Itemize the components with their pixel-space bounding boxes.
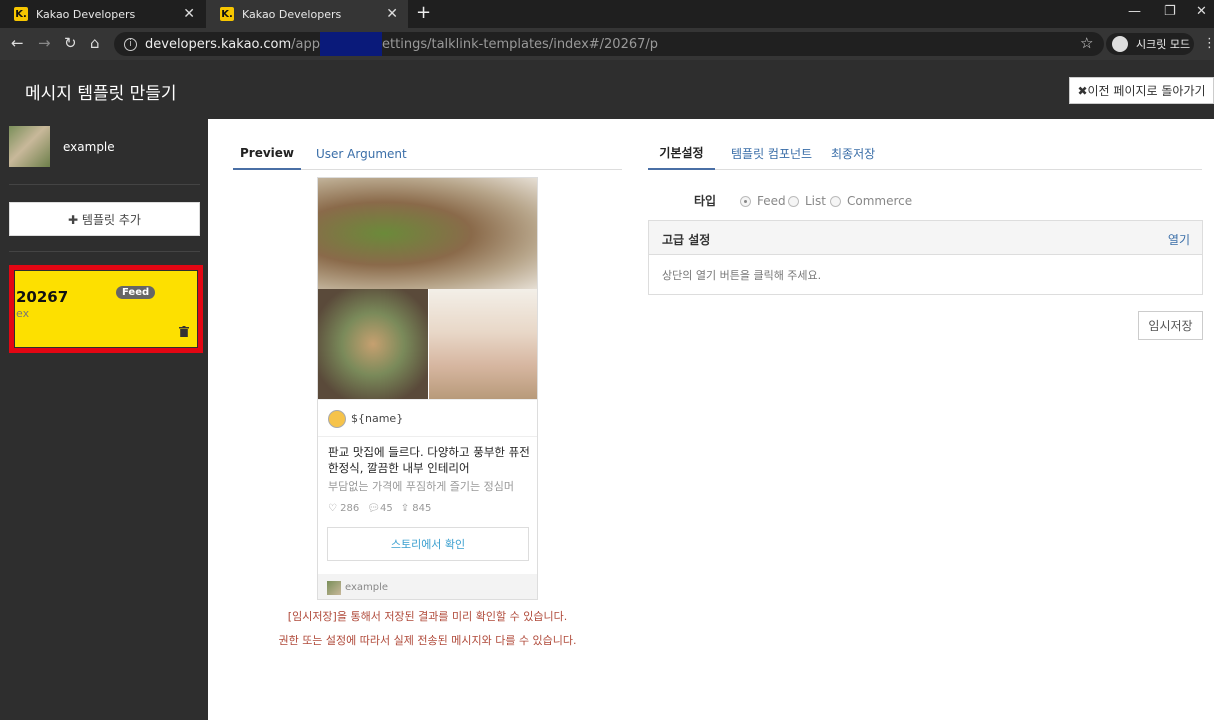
- social-counts: ♡ 286 💬︎45 ⇪ 845: [328, 503, 431, 514]
- like-count-group: ♡ 286: [328, 503, 359, 514]
- browser-toolbar: ← → ↻ ⌂ i developers.kakao.com /app etti…: [0, 28, 1214, 60]
- browser-tab[interactable]: K. Kakao Developers ✕: [0, 0, 205, 28]
- menu-kebab-icon[interactable]: ⋮: [1203, 36, 1214, 51]
- template-desc: ex: [16, 307, 30, 320]
- radio-feed[interactable]: Feed: [740, 194, 786, 208]
- message-profile-row: ${name}: [318, 399, 537, 437]
- preview-image-sub-left: [318, 289, 428, 399]
- preview-note-2: 권한 또는 설정에 따라서 실제 전송된 메시지와 다를 수 있습니다.: [278, 634, 577, 647]
- template-card-selected[interactable]: 20267 ex Feed: [9, 265, 203, 353]
- close-window-icon[interactable]: ✕: [1196, 4, 1207, 19]
- url-path-start: /app: [291, 36, 321, 52]
- advanced-settings-header: 고급 설정 열기: [649, 221, 1202, 255]
- profile-avatar: [9, 126, 50, 167]
- tab-final-save[interactable]: 최종저장: [831, 137, 875, 170]
- template-id: 20267: [16, 288, 69, 306]
- profile-name-arg: ${name}: [351, 412, 404, 425]
- profile-emoji-icon: [328, 410, 346, 428]
- radio-label: Feed: [757, 194, 786, 208]
- tab-title: Kakao Developers: [242, 7, 342, 21]
- share-icon: ⇪: [400, 503, 410, 514]
- preview-tabs: Preview User Argument: [233, 137, 622, 170]
- preview-image-sub-right: [429, 289, 537, 399]
- advanced-settings-title: 고급 설정: [662, 233, 711, 247]
- story-check-button[interactable]: 스토리에서 확인: [327, 527, 529, 561]
- minimize-icon[interactable]: —: [1128, 4, 1141, 19]
- template-type-badge: Feed: [116, 286, 156, 299]
- footer-name: example: [345, 582, 389, 593]
- radio-selected-icon[interactable]: [740, 195, 751, 207]
- radio-label: Commerce: [847, 194, 913, 208]
- comment-count-group: 💬︎45: [367, 503, 392, 514]
- preview-image-main: [318, 178, 537, 289]
- home-icon[interactable]: ⌂: [90, 34, 100, 52]
- temp-save-button[interactable]: 임시저장: [1138, 311, 1203, 340]
- like-count: 286: [340, 503, 360, 514]
- footer-avatar: [327, 581, 341, 595]
- share-count-group: ⇪ 845: [401, 503, 432, 514]
- radio-icon[interactable]: [788, 195, 799, 207]
- radio-icon[interactable]: [830, 195, 841, 207]
- browser-tab-bar: K. Kakao Developers ✕ K. Kakao Developer…: [0, 0, 1214, 28]
- restore-icon[interactable]: ❐: [1164, 4, 1176, 19]
- radio-label: List: [805, 194, 826, 208]
- add-template-button[interactable]: ✚ 템플릿 추가: [9, 202, 200, 236]
- type-label: 타입: [694, 194, 717, 208]
- close-icon[interactable]: ✕: [386, 6, 398, 22]
- tab-title: Kakao Developers: [36, 7, 136, 21]
- kakao-favicon-icon: K.: [14, 7, 28, 21]
- app-header: 메시지 템플릿 만들기 ✖이전 페이지로 돌아가기: [0, 60, 1214, 119]
- settings-tabs: 기본설정 템플릿 컴포넌트 최종저장: [648, 137, 1202, 170]
- page-title: 메시지 템플릿 만들기: [25, 84, 177, 104]
- share-count: 845: [412, 503, 432, 514]
- tab-basic-settings[interactable]: 기본설정: [648, 137, 715, 170]
- advanced-settings-hint: 상단의 열기 버튼을 클릭해 주세요.: [662, 269, 822, 282]
- redaction-mask: [320, 32, 383, 56]
- message-footer: example: [318, 574, 537, 599]
- divider: [9, 184, 200, 185]
- trash-icon[interactable]: [179, 326, 189, 337]
- back-to-previous-button[interactable]: ✖이전 페이지로 돌아가기: [1069, 77, 1214, 104]
- tab-template-components[interactable]: 템플릿 컴포넌트: [731, 137, 812, 170]
- advanced-settings-panel: 고급 설정 열기 상단의 열기 버튼을 클릭해 주세요.: [648, 220, 1203, 295]
- address-bar[interactable]: i developers.kakao.com /app ettings/talk…: [114, 32, 1104, 56]
- url-host: developers.kakao.com: [145, 36, 292, 52]
- browser-tab-active[interactable]: K. Kakao Developers ✕: [206, 0, 408, 28]
- radio-commerce[interactable]: Commerce: [830, 194, 912, 208]
- profile-name: example: [63, 140, 115, 154]
- back-arrow-icon[interactable]: ←: [11, 34, 24, 52]
- info-icon[interactable]: i: [124, 37, 137, 51]
- comment-count: 45: [379, 503, 393, 514]
- radio-list[interactable]: List: [788, 194, 826, 208]
- template-card[interactable]: 20267 ex Feed: [15, 271, 197, 347]
- sidebar: example ✚ 템플릿 추가 20267 ex Feed: [0, 119, 208, 720]
- incognito-label: 시크릿 모드: [1136, 38, 1191, 51]
- url-path-end: ettings/talklink-templates/index#/20267/…: [382, 36, 659, 52]
- heart-icon: ♡: [328, 503, 337, 514]
- advanced-open-link[interactable]: 열기: [1168, 231, 1190, 248]
- bookmark-star-icon[interactable]: ☆: [1080, 34, 1093, 52]
- close-icon[interactable]: ✕: [183, 6, 195, 22]
- comment-icon: 💬︎: [367, 503, 380, 514]
- kakao-favicon-icon: K.: [220, 7, 234, 21]
- message-preview: ${name} 판교 맛집에 들르다. 다양하고 풍부한 퓨전 한정식, 깔끔한…: [317, 177, 538, 600]
- divider: [9, 251, 200, 252]
- incognito-icon: [1112, 36, 1128, 52]
- tab-preview[interactable]: Preview: [233, 137, 301, 170]
- reload-icon[interactable]: ↻: [64, 34, 77, 52]
- new-tab-icon[interactable]: +: [416, 2, 431, 23]
- incognito-indicator[interactable]: 시크릿 모드: [1106, 33, 1194, 55]
- message-description: 부담없는 가격에 푸짐하게 즐기는 정심머: [328, 480, 515, 493]
- tab-user-argument[interactable]: User Argument: [316, 137, 407, 170]
- preview-note-1: [임시저장]을 통해서 저장된 결과를 미리 확인할 수 있습니다.: [287, 610, 568, 623]
- message-title: 판교 맛집에 들르다. 다양하고 풍부한 퓨전 한정식, 깔끔한 내부 인테리어: [328, 445, 530, 475]
- forward-arrow-icon[interactable]: →: [38, 34, 51, 52]
